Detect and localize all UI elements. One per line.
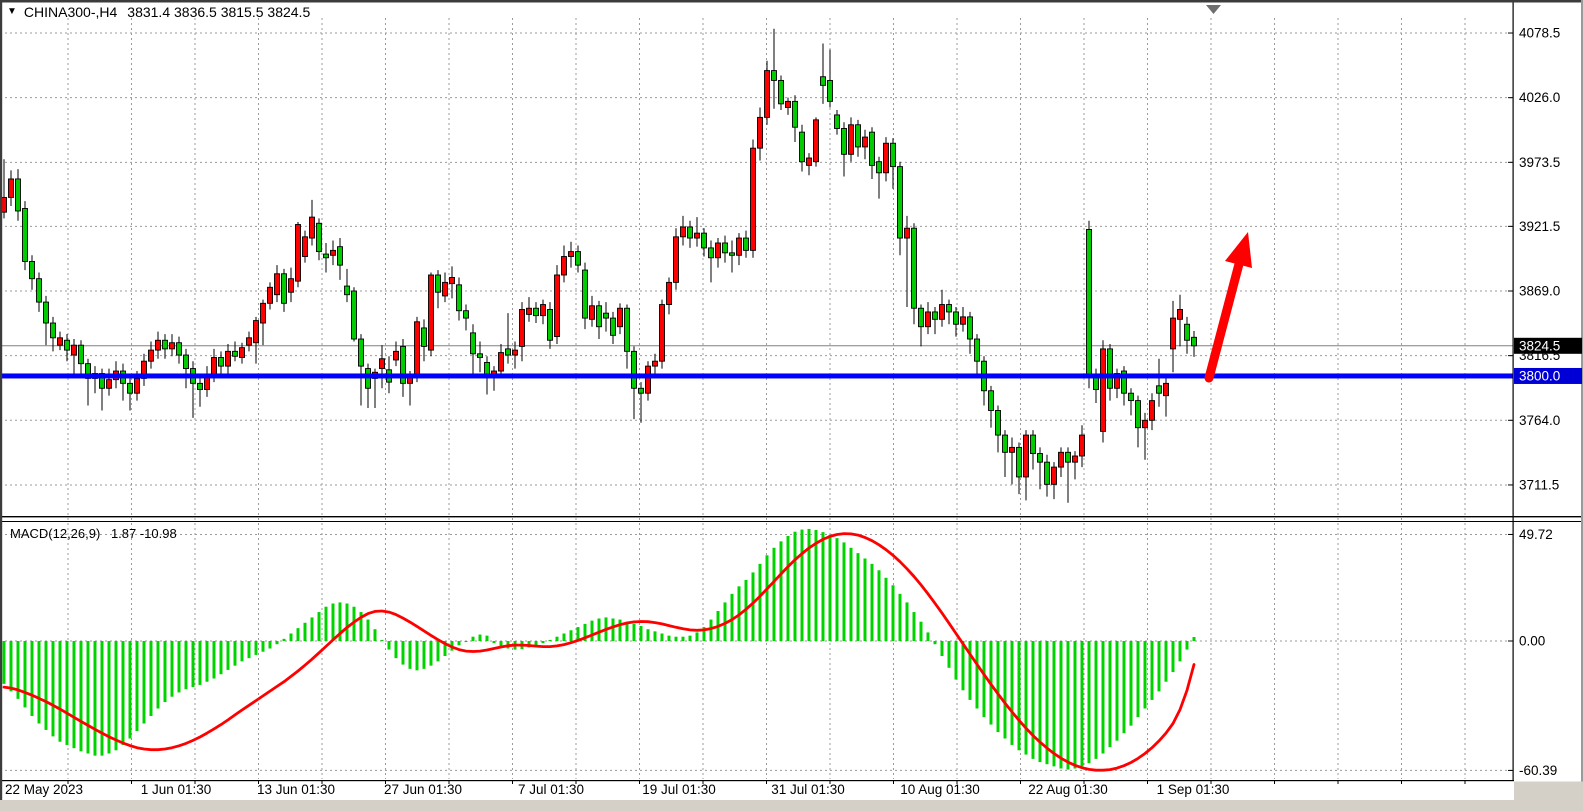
svg-text:0.00: 0.00 bbox=[1519, 634, 1545, 649]
symbol-title: CHINA300-,H4 bbox=[24, 4, 117, 20]
svg-text:27 Jun 01:30: 27 Jun 01:30 bbox=[384, 782, 462, 797]
svg-text:22 Aug 01:30: 22 Aug 01:30 bbox=[1028, 782, 1108, 797]
svg-text:7 Jul 01:30: 7 Jul 01:30 bbox=[518, 782, 584, 797]
support-line[interactable] bbox=[0, 373, 1513, 378]
svg-text:3869.0: 3869.0 bbox=[1519, 284, 1560, 299]
svg-text:49.72: 49.72 bbox=[1519, 527, 1553, 542]
svg-text:1 Jun 01:30: 1 Jun 01:30 bbox=[141, 782, 212, 797]
svg-text:10 Aug 01:30: 10 Aug 01:30 bbox=[900, 782, 980, 797]
symbol-dropdown-icon[interactable]: ▼ bbox=[7, 7, 17, 17]
mt4-chart-window: 4078.54026.03973.53921.53869.03816.53764… bbox=[0, 0, 1583, 811]
svg-text:3824.5: 3824.5 bbox=[1519, 338, 1560, 353]
macd-indicator-label: MACD(12,26,9) 1.87 -10.98 bbox=[10, 526, 177, 541]
ohlc-readout: 3831.4 3836.5 3815.5 3824.5 bbox=[127, 4, 310, 20]
price-badge-3824.5: 3824.5 bbox=[1514, 338, 1582, 354]
svg-text:19 Jul 01:30: 19 Jul 01:30 bbox=[642, 782, 716, 797]
svg-text:31 Jul 01:30: 31 Jul 01:30 bbox=[771, 782, 845, 797]
svg-text:3800.0: 3800.0 bbox=[1519, 368, 1560, 383]
svg-text:4078.5: 4078.5 bbox=[1519, 26, 1560, 41]
svg-text:3973.5: 3973.5 bbox=[1519, 155, 1560, 170]
macd-values: 1.87 -10.98 bbox=[111, 526, 177, 541]
svg-text:4026.0: 4026.0 bbox=[1519, 90, 1560, 105]
svg-text:22 May 2023: 22 May 2023 bbox=[5, 782, 83, 797]
svg-text:1 Sep 01:30: 1 Sep 01:30 bbox=[1157, 782, 1230, 797]
svg-text:3711.5: 3711.5 bbox=[1519, 477, 1559, 492]
svg-text:13 Jun 01:30: 13 Jun 01:30 bbox=[257, 782, 335, 797]
svg-text:3764.0: 3764.0 bbox=[1519, 413, 1560, 428]
macd-name: MACD(12,26,9) bbox=[10, 526, 100, 541]
svg-text:-60.39: -60.39 bbox=[1519, 763, 1557, 778]
svg-text:3921.5: 3921.5 bbox=[1519, 219, 1560, 234]
chart-title: ▼ CHINA300-,H4 3831.4 3836.5 3815.5 3824… bbox=[7, 4, 310, 20]
chart-canvas[interactable]: 4078.54026.03973.53921.53869.03816.53764… bbox=[0, 0, 1583, 811]
price-badge-3800.0: 3800.0 bbox=[1514, 368, 1582, 384]
